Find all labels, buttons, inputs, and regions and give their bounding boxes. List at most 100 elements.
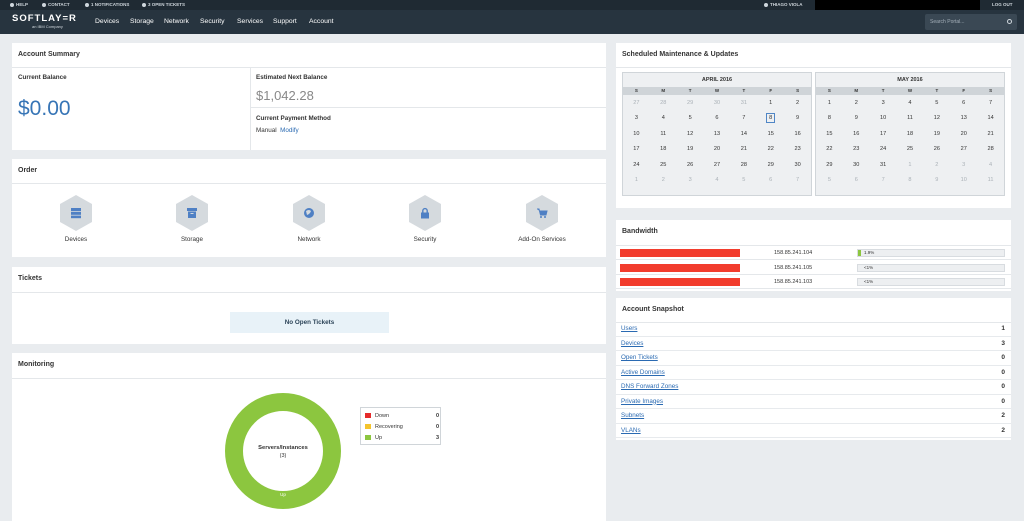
calendar-day[interactable]: 2 (923, 162, 950, 168)
calendar-day[interactable]: 30 (704, 100, 731, 106)
nav-support[interactable]: Support (273, 10, 297, 34)
calendar-day[interactable]: 31 (730, 100, 757, 106)
contact-link[interactable]: CONTACT (42, 0, 70, 10)
calendar-day[interactable]: 8 (816, 115, 843, 121)
calendar-day[interactable]: 30 (784, 162, 811, 168)
calendar-day[interactable]: 1 (816, 100, 843, 106)
calendar-day[interactable]: 1 (897, 162, 924, 168)
calendar-day[interactable]: 7 (730, 115, 757, 121)
calendar-day[interactable]: 23 (784, 146, 811, 152)
order-addon-services[interactable]: Add-On Services (484, 195, 600, 243)
calendar-day[interactable]: 25 (897, 146, 924, 152)
calendar-day[interactable]: 13 (704, 131, 731, 137)
calendar-day[interactable]: 18 (650, 146, 677, 152)
order-devices[interactable]: Devices (18, 195, 134, 243)
calendar-day[interactable]: 4 (650, 115, 677, 121)
calendar-day[interactable]: 18 (897, 131, 924, 137)
snapshot-link[interactable]: Users (621, 322, 637, 336)
snapshot-link[interactable]: Open Tickets (621, 351, 658, 365)
calendar-day[interactable]: 27 (950, 146, 977, 152)
calendar-day[interactable]: 26 (677, 162, 704, 168)
softlayer-logo[interactable]: SOFTLAY=R an IBM Company (12, 14, 77, 30)
calendar-day[interactable]: 6 (843, 177, 870, 183)
calendar-day[interactable]: 15 (816, 131, 843, 137)
calendar-day[interactable]: 13 (950, 115, 977, 121)
calendar-day[interactable]: 17 (870, 131, 897, 137)
calendar-day[interactable]: 10 (870, 115, 897, 121)
nav-devices[interactable]: Devices (95, 10, 119, 34)
calendar-day[interactable]: 21 (977, 131, 1004, 137)
user-menu[interactable]: THIAGO VIOLA (764, 0, 803, 10)
open-tickets-link[interactable]: 3 OPEN TICKETS (142, 0, 185, 10)
notifications-link[interactable]: 1 NOTIFICATIONS (85, 0, 129, 10)
order-storage[interactable]: Storage (134, 195, 250, 243)
calendar-day[interactable]: 20 (704, 146, 731, 152)
calendar-day[interactable]: 4 (897, 100, 924, 106)
nav-network[interactable]: Network (164, 10, 189, 34)
calendar-day[interactable]: 17 (623, 146, 650, 152)
calendar-day[interactable]: 1 (623, 177, 650, 183)
calendar-day[interactable]: 9 (923, 177, 950, 183)
calendar-day[interactable]: 27 (623, 100, 650, 106)
nav-security[interactable]: Security (200, 10, 225, 34)
calendar-day[interactable]: 29 (677, 100, 704, 106)
calendar-day[interactable]: 3 (870, 100, 897, 106)
calendar-day[interactable]: 10 (623, 131, 650, 137)
nav-storage[interactable]: Storage (130, 10, 154, 34)
calendar-day[interactable]: 6 (757, 177, 784, 183)
calendar-day[interactable]: 14 (977, 115, 1004, 121)
calendar-day[interactable]: 22 (816, 146, 843, 152)
calendar-day[interactable]: 5 (816, 177, 843, 183)
calendar-day[interactable]: 8 (757, 113, 784, 124)
calendar-day[interactable]: 23 (843, 146, 870, 152)
calendar-day[interactable]: 16 (784, 131, 811, 137)
calendar-day[interactable]: 30 (843, 162, 870, 168)
calendar-day[interactable]: 20 (950, 131, 977, 137)
calendar-day[interactable]: 6 (950, 100, 977, 106)
calendar-day[interactable]: 4 (704, 177, 731, 183)
calendar-day[interactable]: 3 (677, 177, 704, 183)
logout-link[interactable]: LOG OUT (992, 0, 1013, 10)
snapshot-link[interactable]: Active Domains (621, 366, 665, 380)
nav-account[interactable]: Account (309, 10, 334, 34)
calendar-day[interactable]: 5 (677, 115, 704, 121)
search-input[interactable]: Search Portal... (925, 14, 1017, 30)
calendar-day[interactable]: 15 (757, 131, 784, 137)
calendar-day[interactable]: 3 (623, 115, 650, 121)
calendar-day[interactable]: 6 (704, 115, 731, 121)
nav-services[interactable]: Services (237, 10, 263, 34)
calendar-day[interactable]: 29 (816, 162, 843, 168)
modify-payment-link[interactable]: Modify (280, 127, 299, 134)
calendar-day[interactable]: 26 (923, 146, 950, 152)
calendar-day[interactable]: 24 (623, 162, 650, 168)
help-link[interactable]: HELP (10, 0, 28, 10)
calendar-day[interactable]: 29 (757, 162, 784, 168)
calendar-day[interactable]: 11 (977, 177, 1004, 183)
calendar-day[interactable]: 1 (757, 100, 784, 106)
calendar-day[interactable]: 28 (650, 100, 677, 106)
calendar-day[interactable]: 12 (677, 131, 704, 137)
calendar-day[interactable]: 9 (843, 115, 870, 121)
snapshot-link[interactable]: Private Images (621, 395, 663, 409)
calendar-day[interactable]: 10 (950, 177, 977, 183)
order-security[interactable]: Security (367, 195, 483, 243)
calendar-day[interactable]: 31 (870, 162, 897, 168)
calendar-day[interactable]: 7 (870, 177, 897, 183)
snapshot-link[interactable]: VLANs (621, 424, 641, 438)
donut-up-segment[interactable] (225, 393, 341, 509)
calendar-day[interactable]: 2 (843, 100, 870, 106)
snapshot-link[interactable]: Subnets (621, 409, 644, 423)
calendar-day[interactable]: 2 (784, 100, 811, 106)
calendar-day[interactable]: 7 (977, 100, 1004, 106)
calendar-day[interactable]: 27 (704, 162, 731, 168)
calendar-day[interactable]: 11 (897, 115, 924, 121)
calendar-day[interactable]: 28 (730, 162, 757, 168)
calendar-day[interactable]: 9 (784, 115, 811, 121)
snapshot-link[interactable]: Devices (621, 337, 643, 351)
calendar-day[interactable]: 5 (923, 100, 950, 106)
calendar-day[interactable]: 24 (870, 146, 897, 152)
calendar-day[interactable]: 5 (730, 177, 757, 183)
calendar-day[interactable]: 14 (730, 131, 757, 137)
calendar-day[interactable]: 4 (977, 162, 1004, 168)
calendar-day[interactable]: 19 (677, 146, 704, 152)
